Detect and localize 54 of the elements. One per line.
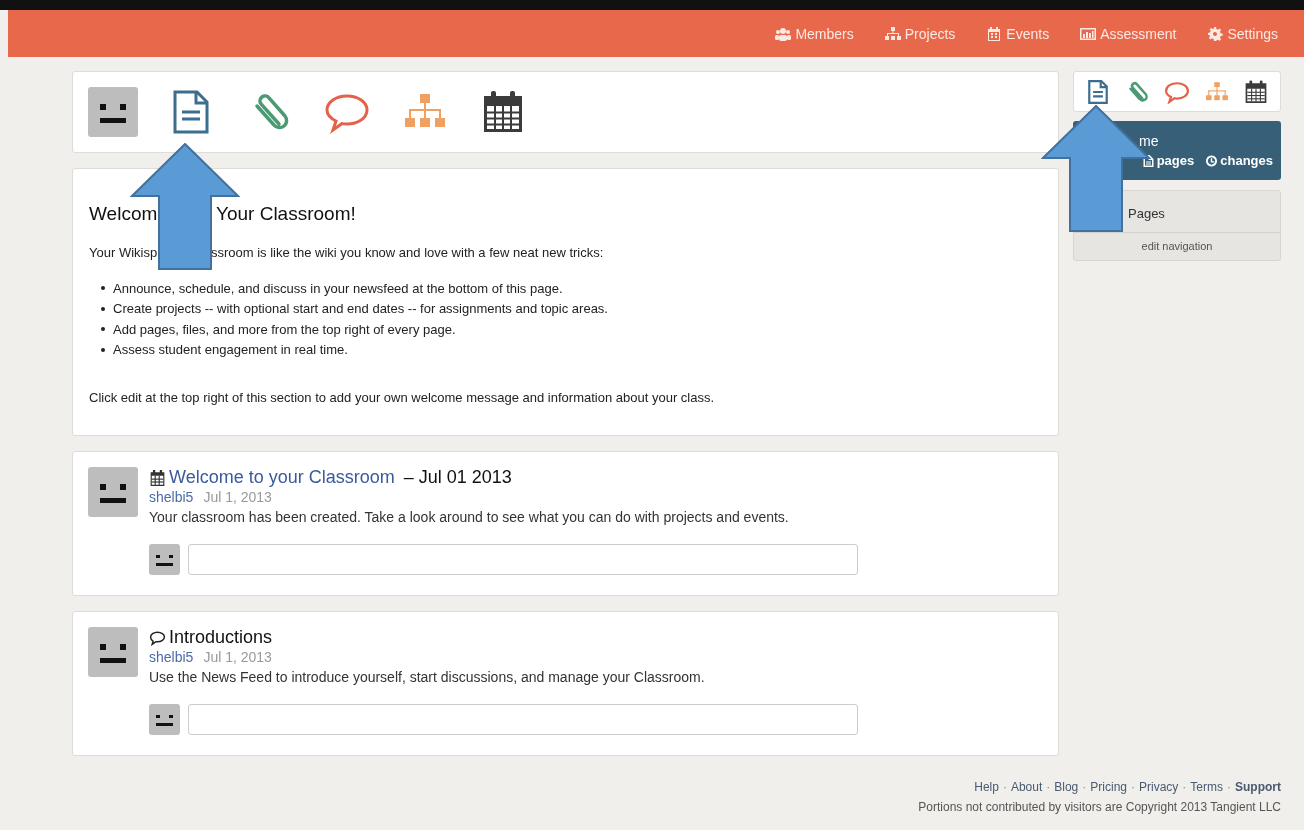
panel-link[interactable]: changes: [1206, 153, 1273, 168]
separator-dot: ·: [1082, 780, 1087, 794]
avatar-icon: [88, 627, 138, 677]
page-icon[interactable]: [1085, 79, 1110, 104]
welcome-heading: Your Classroom!: [216, 203, 356, 225]
welcome-heading: Welcom: [89, 203, 159, 225]
calendar-icon[interactable]: [1244, 79, 1269, 104]
bullet-item: Assess student engagement in real time.: [101, 339, 1042, 360]
footer-link[interactable]: About: [1010, 780, 1043, 794]
calendar-icon: [986, 26, 1003, 41]
post-text: Use the News Feed to introduce yourself, start discussions, and manage your Classroom.: [149, 669, 706, 685]
home-title[interactable]: me: [1139, 133, 1159, 149]
separator-dot: ·: [1227, 780, 1231, 794]
event-title-link[interactable]: Welcome to your Classroom: [169, 467, 395, 488]
comment-field[interactable]: [188, 544, 858, 575]
footer-link[interactable]: Support: [1235, 780, 1281, 794]
intro-text: ssroom is like the wiki you know and love with a few neat new tricks:: [211, 245, 604, 260]
copyright-text: Portions not contributed by visitors are Copyright 2013 Tangient LLC: [918, 800, 1281, 814]
avatar-icon: [88, 87, 138, 137]
bar-chart-icon: [1080, 26, 1097, 41]
avatar-icon: [149, 704, 180, 735]
intro-text: Your Wikisp: [89, 245, 159, 260]
comment-field[interactable]: [188, 704, 858, 735]
bullet-item: Create projects -- with optional start and end dates -- for assignments and topic areas.: [101, 298, 1042, 319]
post-date: Jul 1, 2013: [203, 649, 272, 665]
separator-dot: ·: [1002, 780, 1007, 794]
bullet-item: Announce, schedule, and discuss in your newsfeed at the bottom of this page.: [101, 278, 1042, 299]
post-title-link[interactable]: Introductions: [169, 627, 273, 648]
pages-title[interactable]: Pages: [1128, 206, 1165, 221]
speech-bubble-icon[interactable]: [1165, 79, 1189, 104]
event-date: – Jul 01 2013: [403, 467, 512, 488]
footer-link[interactable]: Privacy: [1139, 780, 1179, 794]
footer-link[interactable]: Help: [974, 780, 999, 794]
bullet-item: Add pages, files, and more from the top right of every page.: [101, 319, 1042, 340]
author-link[interactable]: shelbi5: [149, 489, 194, 505]
post-date: Jul 1, 2013: [203, 489, 272, 505]
avatar-icon: [88, 467, 138, 517]
post-text: Your classroom has been created. Take a look around to see what you can do with projects and events.: [149, 509, 790, 525]
clock-icon: [1206, 154, 1218, 167]
footer-link[interactable]: Blog: [1054, 780, 1079, 794]
separator-dot: ·: [1182, 780, 1187, 794]
separator-dot: ·: [1046, 780, 1051, 794]
sitemap-icon: [884, 26, 901, 41]
closing-text: Click edit at the top right of this section to add your own welcome message and information about your class.: [89, 390, 716, 405]
footer-link[interactable]: Pricing: [1090, 780, 1127, 794]
footer-link[interactable]: Terms: [1190, 780, 1223, 794]
separator-dot: ·: [1131, 780, 1135, 794]
avatar-icon: [149, 544, 180, 575]
settings-icon: [1207, 26, 1224, 41]
author-link[interactable]: shelbi5: [149, 649, 194, 665]
speech-bubble-icon: [149, 629, 166, 646]
edit-navigation-link[interactable]: edit navigation: [1074, 233, 1280, 260]
calendar-icon: [149, 469, 166, 486]
people-icon: [775, 26, 792, 41]
